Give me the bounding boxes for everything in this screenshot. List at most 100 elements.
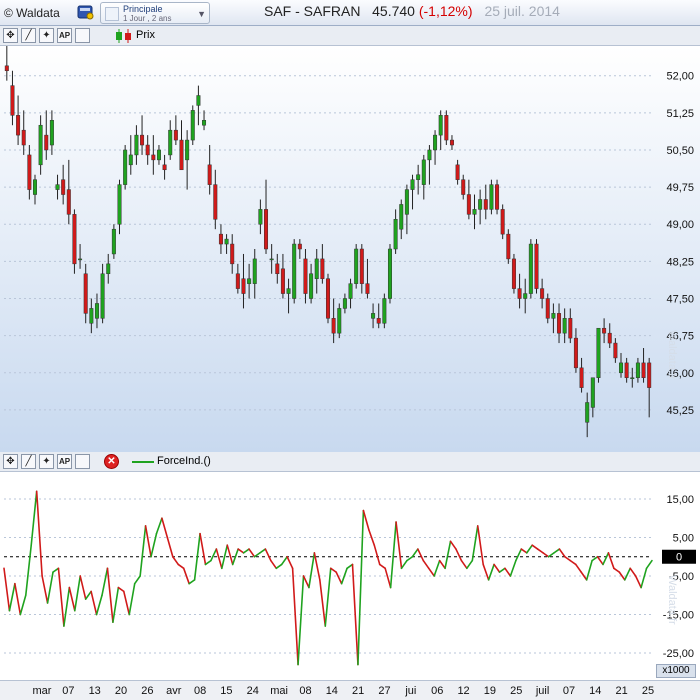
candle [596, 327, 601, 383]
line-legend-icon [132, 461, 154, 463]
x-tick-label: 13 [88, 685, 101, 697]
candle-body [585, 402, 590, 423]
watermark-text: Waldata.fr [666, 330, 678, 380]
candle-body [376, 318, 381, 324]
candle [123, 145, 128, 190]
unit-badge: x1000 [656, 664, 696, 678]
x-tick-label: jui [405, 685, 417, 697]
candle-body [387, 248, 392, 299]
candle-body [230, 243, 235, 265]
candle-body [275, 263, 280, 275]
candle-body [44, 134, 49, 151]
book-icon[interactable] [76, 3, 96, 21]
candle-body [140, 134, 145, 146]
change-label: (-1,12%) [418, 3, 473, 19]
price-legend-label: Prix [136, 29, 155, 41]
candle-body [540, 288, 545, 299]
x-tick-label: 27 [378, 685, 391, 697]
price-chart[interactable]: 52,0051,2550,5049,7549,0048,2547,5046,75… [0, 46, 700, 452]
candle-body [123, 149, 128, 185]
candle [444, 110, 449, 146]
candle-body [371, 313, 376, 319]
candle-body [16, 115, 21, 136]
force-index-chart[interactable]: 15,005,000-5,00-15,00-25,00 [0, 472, 700, 680]
y-tick-label: 52,00 [666, 71, 694, 83]
x-tick-label: 20 [114, 685, 128, 697]
x-tick-label: 08 [299, 685, 312, 697]
candle [111, 224, 116, 259]
candle-body [224, 238, 229, 245]
x-tick-label: 08 [193, 685, 207, 697]
candle-body [21, 129, 26, 146]
candle [528, 239, 533, 299]
draw-line-icon[interactable]: ╱ [21, 454, 36, 469]
crosshair-icon[interactable]: ✥ [3, 454, 18, 469]
candle [326, 273, 330, 324]
ap-tool-icon[interactable]: AP [57, 28, 72, 43]
candle-body [66, 189, 71, 215]
candle [489, 179, 494, 215]
candle-body [331, 318, 336, 334]
candle-body [630, 377, 635, 379]
x-tick-label: mar [32, 685, 52, 697]
candle [495, 179, 500, 215]
candle-body [602, 327, 607, 334]
candle-body [421, 159, 426, 185]
candle-body [619, 362, 624, 374]
watermark-text: Waldata.fr [666, 575, 678, 625]
candle-body [342, 298, 347, 309]
candle-body [568, 318, 573, 339]
candle-body [523, 293, 528, 299]
candle-body [511, 258, 516, 289]
candle-body [551, 313, 556, 319]
ap-tool-icon[interactable]: AP [57, 454, 72, 469]
candle-body [202, 120, 207, 126]
candle-body [557, 313, 562, 334]
y-tick-label: -25,00 [663, 648, 694, 660]
candle [354, 244, 359, 289]
x-tick-label: 25 [510, 685, 523, 697]
candle [337, 303, 342, 339]
candle-body [10, 85, 15, 116]
candle-body [297, 243, 302, 250]
candle-body [607, 332, 612, 344]
candle [382, 293, 387, 329]
magic-wand-icon[interactable]: ✦ [39, 28, 54, 43]
candle-body [635, 362, 640, 378]
candle-body [145, 144, 150, 156]
candle-body [534, 243, 539, 289]
candle-body [427, 149, 432, 161]
close-icon[interactable]: ✕ [104, 454, 119, 469]
price-background [0, 46, 700, 452]
candle-body [433, 134, 438, 151]
candle-body [613, 342, 618, 359]
candle-body [280, 268, 285, 294]
x-tick-label: 15 [220, 685, 233, 697]
candle-body [359, 248, 364, 284]
candle [506, 229, 511, 264]
x-tick-label: juil [535, 685, 550, 697]
price-label: 45.740 [372, 3, 415, 19]
candle-body [573, 337, 578, 369]
candle-body [314, 258, 319, 279]
draw-line-icon[interactable]: ╱ [21, 28, 36, 43]
x-tick-label: 19 [483, 685, 497, 697]
candle-body [517, 288, 522, 299]
x-tick-label: 25 [641, 685, 655, 697]
x-tick-label: 24 [246, 685, 259, 697]
candle-body [416, 174, 421, 180]
magic-wand-icon[interactable]: ✦ [39, 454, 54, 469]
symbol-label: SAF - SAFRAN [264, 3, 361, 19]
brand-label: © Waldata [4, 6, 60, 20]
candle-body [382, 298, 387, 324]
candle-body [545, 298, 550, 319]
candle-body [399, 204, 404, 230]
candle [72, 209, 77, 274]
period-select[interactable]: Principale 1 Jour , 2 ans ▼ [100, 2, 210, 24]
box-tool-icon[interactable] [75, 454, 90, 469]
candle-body [455, 164, 460, 180]
box-tool-icon[interactable] [75, 28, 90, 43]
candle-body [348, 283, 353, 299]
crosshair-icon[interactable]: ✥ [3, 28, 18, 43]
x-tick-label: 21 [352, 685, 365, 697]
